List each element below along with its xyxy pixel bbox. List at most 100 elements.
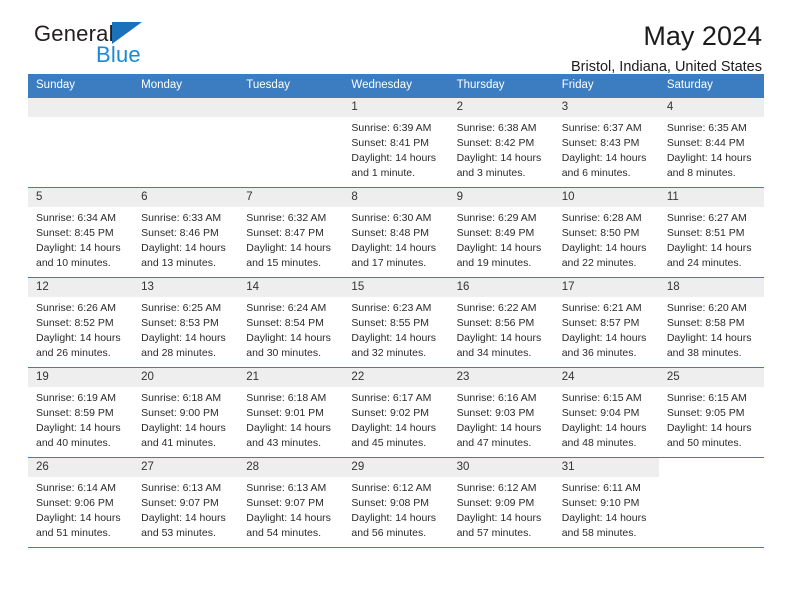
sunrise-text: Sunrise: 6:25 AM <box>141 302 222 314</box>
sunset-text: Sunset: 9:05 PM <box>666 406 745 419</box>
sunset-text: Sunset: 9:03 PM <box>456 406 535 419</box>
daylight-text: Daylight: 14 hours and 50 minutes. <box>666 421 752 449</box>
sunrise-text: Sunrise: 6:33 AM <box>141 212 222 224</box>
day-details: Sunrise: 6:16 AM Sunset: 9:03 PM Daylight:… <box>449 387 554 451</box>
calendar-day-cell[interactable]: 15 Sunrise: 6:23 AM Sunset: 8:55 PM Dayligh… <box>343 277 449 368</box>
day-cell-inner: 25 Sunrise: 6:15 AM Sunset: 9:05 PM Dayligh… <box>658 368 764 457</box>
sunrise-text: Sunrise: 6:32 AM <box>246 212 327 224</box>
day-number: 7 <box>238 188 344 207</box>
calendar-grid: Sunday Monday Tuesday Wednesday Thursday… <box>28 74 764 548</box>
calendar-day-cell[interactable]: 16 Sunrise: 6:22 AM Sunset: 8:56 PM Dayligh… <box>448 277 554 368</box>
day-details: Sunrise: 6:20 AM Sunset: 8:58 PM Daylight:… <box>659 297 764 361</box>
day-details: Sunrise: 6:12 AM Sunset: 9:08 PM Daylight:… <box>343 477 448 541</box>
calendar-day-cell[interactable]: 14 Sunrise: 6:24 AM Sunset: 8:54 PM Dayligh… <box>238 277 344 368</box>
calendar-day-cell[interactable]: 24 Sunrise: 6:15 AM Sunset: 9:04 PM Dayligh… <box>553 367 659 458</box>
calendar-day-cell[interactable]: 17 Sunrise: 6:21 AM Sunset: 8:57 PM Dayligh… <box>553 277 659 368</box>
general-blue-logo[interactable]: General Blue <box>28 22 142 66</box>
calendar-day-cell[interactable]: 7 Sunrise: 6:32 AM Sunset: 8:47 PM Daylight… <box>238 187 344 278</box>
calendar-day-cell[interactable]: 19 Sunrise: 6:19 AM Sunset: 8:59 PM Dayligh… <box>28 367 134 458</box>
day-details: Sunrise: 6:15 AM Sunset: 9:04 PM Daylight:… <box>554 387 659 451</box>
day-details: Sunrise: 6:26 AM Sunset: 8:52 PM Daylight:… <box>28 297 133 361</box>
calendar-day-cell[interactable]: 8 Sunrise: 6:30 AM Sunset: 8:48 PM Daylight… <box>343 187 449 278</box>
day-number <box>133 98 239 117</box>
calendar-cell-blank[interactable] <box>28 97 134 188</box>
day-number: 1 <box>343 98 449 117</box>
sunset-text: Sunset: 8:48 PM <box>351 226 430 239</box>
day-details: Sunrise: 6:24 AM Sunset: 8:54 PM Daylight:… <box>238 297 343 361</box>
calendar-cell-blank[interactable] <box>133 97 239 188</box>
calendar-day-cell[interactable]: 21 Sunrise: 6:18 AM Sunset: 9:01 PM Dayligh… <box>238 367 344 458</box>
day-cell-inner: 19 Sunrise: 6:19 AM Sunset: 8:59 PM Dayligh… <box>28 368 134 457</box>
daylight-text: Daylight: 14 hours and 47 minutes. <box>456 421 542 449</box>
sunset-text: Sunset: 8:52 PM <box>36 316 114 329</box>
daylight-text: Daylight: 14 hours and 26 minutes. <box>36 331 121 359</box>
page-header: General Blue May 2024 Bristol, Indiana, … <box>28 0 764 76</box>
day-number: 23 <box>448 368 554 387</box>
day-cell-inner: 23 Sunrise: 6:16 AM Sunset: 9:03 PM Dayligh… <box>448 368 554 457</box>
calendar-day-cell[interactable]: 28 Sunrise: 6:13 AM Sunset: 9:07 PM Dayligh… <box>238 457 344 548</box>
sunrise-text: Sunrise: 6:12 AM <box>351 482 432 494</box>
weekday-header-saturday: Saturday <box>658 74 764 98</box>
day-details: Sunrise: 6:14 AM Sunset: 9:06 PM Daylight:… <box>28 477 133 541</box>
calendar-day-cell[interactable]: 6 Sunrise: 6:33 AM Sunset: 8:46 PM Daylight… <box>133 187 239 278</box>
daylight-text: Daylight: 14 hours and 57 minutes. <box>456 511 542 539</box>
day-details: Sunrise: 6:33 AM Sunset: 8:46 PM Daylight:… <box>133 207 238 271</box>
logo-text-blue: Blue <box>96 42 141 67</box>
day-number: 10 <box>553 188 659 207</box>
day-number: 18 <box>658 278 764 297</box>
calendar-day-cell[interactable]: 22 Sunrise: 6:17 AM Sunset: 9:02 PM Dayligh… <box>343 367 449 458</box>
calendar-day-cell[interactable]: 23 Sunrise: 6:16 AM Sunset: 9:03 PM Dayligh… <box>448 367 554 458</box>
sunrise-text: Sunrise: 6:19 AM <box>36 392 116 404</box>
calendar-day-cell[interactable]: 11 Sunrise: 6:27 AM Sunset: 8:51 PM Dayligh… <box>658 187 764 278</box>
calendar-day-cell[interactable]: 1 Sunrise: 6:39 AM Sunset: 8:41 PM Daylight… <box>343 97 449 188</box>
calendar-day-cell[interactable]: 2 Sunrise: 6:38 AM Sunset: 8:42 PM Daylight… <box>448 97 554 188</box>
day-number: 28 <box>238 458 344 477</box>
page-title: May 2024 <box>643 21 762 51</box>
calendar-day-cell[interactable]: 25 Sunrise: 6:15 AM Sunset: 9:05 PM Dayligh… <box>658 367 764 458</box>
calendar-day-cell[interactable]: 9 Sunrise: 6:29 AM Sunset: 8:49 PM Daylight… <box>448 187 554 278</box>
day-number <box>238 98 344 117</box>
calendar-day-cell[interactable]: 29 Sunrise: 6:12 AM Sunset: 9:08 PM Dayligh… <box>343 457 449 548</box>
day-details: Sunrise: 6:28 AM Sunset: 8:50 PM Daylight:… <box>554 207 659 271</box>
calendar-day-cell[interactable]: 27 Sunrise: 6:13 AM Sunset: 9:07 PM Dayligh… <box>133 457 239 548</box>
sunset-text: Sunset: 8:57 PM <box>561 316 640 329</box>
day-details: Sunrise: 6:18 AM Sunset: 9:01 PM Daylight:… <box>238 387 343 451</box>
day-cell-inner: 8 Sunrise: 6:30 AM Sunset: 8:48 PM Daylight… <box>343 188 449 277</box>
calendar-day-cell[interactable]: 10 Sunrise: 6:28 AM Sunset: 8:50 PM Dayligh… <box>553 187 659 278</box>
calendar-day-cell[interactable]: 26 Sunrise: 6:14 AM Sunset: 9:06 PM Dayligh… <box>28 457 134 548</box>
sunset-text: Sunset: 9:04 PM <box>561 406 640 419</box>
day-cell-inner: 21 Sunrise: 6:18 AM Sunset: 9:01 PM Dayligh… <box>238 368 344 457</box>
day-cell-inner: 5 Sunrise: 6:34 AM Sunset: 8:45 PM Daylight… <box>28 188 134 277</box>
sunrise-text: Sunrise: 6:18 AM <box>246 392 327 404</box>
calendar-day-cell[interactable]: 20 Sunrise: 6:18 AM Sunset: 9:00 PM Dayligh… <box>133 367 239 458</box>
logo-text-general: General <box>34 21 114 46</box>
calendar-day-cell[interactable]: 5 Sunrise: 6:34 AM Sunset: 8:45 PM Daylight… <box>28 187 134 278</box>
day-cell-inner: 26 Sunrise: 6:14 AM Sunset: 9:06 PM Dayligh… <box>28 458 134 547</box>
day-cell-inner: 4 Sunrise: 6:35 AM Sunset: 8:44 PM Daylight… <box>658 98 764 187</box>
calendar-week-row: 19 Sunrise: 6:19 AM Sunset: 8:59 PM Dayligh… <box>28 367 764 458</box>
calendar-week-row: 12 Sunrise: 6:26 AM Sunset: 8:52 PM Dayligh… <box>28 277 764 368</box>
daylight-text: Daylight: 14 hours and 19 minutes. <box>456 241 542 269</box>
day-details: Sunrise: 6:21 AM Sunset: 8:57 PM Daylight:… <box>554 297 659 361</box>
calendar-day-cell[interactable]: 31 Sunrise: 6:11 AM Sunset: 9:10 PM Dayligh… <box>553 457 659 548</box>
sunrise-text: Sunrise: 6:26 AM <box>36 302 116 314</box>
calendar-day-cell[interactable]: 13 Sunrise: 6:25 AM Sunset: 8:53 PM Dayligh… <box>133 277 239 368</box>
calendar-cell-blank[interactable] <box>238 97 344 188</box>
sunrise-text: Sunrise: 6:22 AM <box>456 302 537 314</box>
daylight-text: Daylight: 14 hours and 36 minutes. <box>561 331 647 359</box>
weekday-header-friday: Friday <box>553 74 659 98</box>
day-number: 20 <box>133 368 239 387</box>
sunset-text: Sunset: 9:07 PM <box>141 496 219 509</box>
calendar-day-cell[interactable]: 12 Sunrise: 6:26 AM Sunset: 8:52 PM Dayligh… <box>28 277 134 368</box>
day-number: 30 <box>448 458 554 477</box>
calendar-day-cell[interactable]: 3 Sunrise: 6:37 AM Sunset: 8:43 PM Daylight… <box>553 97 659 188</box>
calendar-day-cell[interactable]: 4 Sunrise: 6:35 AM Sunset: 8:44 PM Daylight… <box>658 97 764 188</box>
calendar-day-cell[interactable]: 30 Sunrise: 6:12 AM Sunset: 9:09 PM Dayligh… <box>448 457 554 548</box>
sunrise-text: Sunrise: 6:17 AM <box>351 392 432 404</box>
day-cell-inner: 29 Sunrise: 6:12 AM Sunset: 9:08 PM Dayligh… <box>343 458 449 547</box>
weekday-header-thursday: Thursday <box>448 74 554 98</box>
day-details: Sunrise: 6:30 AM Sunset: 8:48 PM Daylight:… <box>343 207 448 271</box>
sunset-text: Sunset: 8:50 PM <box>561 226 640 239</box>
calendar-day-cell[interactable]: 18 Sunrise: 6:20 AM Sunset: 8:58 PM Dayligh… <box>658 277 764 368</box>
day-cell-inner: 1 Sunrise: 6:39 AM Sunset: 8:41 PM Daylight… <box>343 98 449 187</box>
